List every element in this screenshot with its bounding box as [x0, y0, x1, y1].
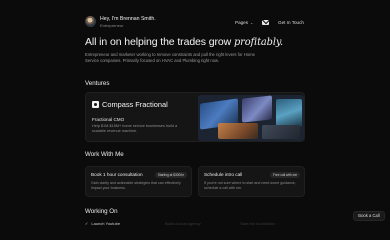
venture-brand: Compass Fractional: [102, 100, 168, 109]
mail-icon[interactable]: [262, 20, 269, 25]
ventures-heading: Ventures: [85, 80, 110, 87]
working-on-heading: Working On: [85, 208, 118, 215]
free-call-badge: Free call with me: [269, 172, 300, 178]
book-call-button[interactable]: Book a Call: [353, 211, 385, 221]
pages-menu-label: Pages: [235, 20, 249, 25]
check-icon: ✓: [85, 221, 89, 226]
todo-item: Build a local agency: [165, 221, 201, 226]
intro-paragraph: Entrepreneur and marketer working to rem…: [85, 52, 255, 63]
owner-role: Entrepreneur: [100, 23, 124, 28]
page-title: All in on helping the trades grow profit…: [85, 36, 283, 48]
todo-item: ✓ Launch Youtube: [85, 221, 120, 226]
todo-label: Launch Youtube: [91, 221, 121, 226]
get-in-touch-link[interactable]: Get In Touch: [278, 20, 304, 25]
photo-screen: [262, 125, 300, 139]
compass-logo-icon: [92, 101, 99, 108]
venture-role: Fractional CMO: [92, 117, 125, 122]
venture-description: Help $1M-$15M+ home service businesses b…: [92, 124, 178, 133]
photo-screen: [218, 123, 258, 139]
owner-name: Hey, I'm Brennan Smith.: [100, 16, 156, 22]
chevron-down-icon: ⌄: [250, 20, 254, 25]
todo-label: Build a local agency: [165, 221, 201, 226]
consultation-card[interactable]: Book 1 hour consultation Starting at $30…: [85, 166, 192, 197]
venture-photo: [198, 95, 304, 141]
pages-menu[interactable]: Pages ⌄: [235, 20, 253, 25]
work-heading: Work With Me: [85, 151, 124, 158]
consultation-description: Gain clarity and actionable strategies t…: [91, 181, 181, 190]
todo-label: Start the foundation: [240, 221, 275, 226]
intro-call-description: If you're not sure where to start and ne…: [204, 181, 296, 190]
photo-screen: [276, 99, 302, 127]
venture-card[interactable]: Compass Fractional Fractional CMO Help $…: [85, 92, 305, 142]
price-badge: Starting at $300/hr: [154, 172, 187, 178]
avatar[interactable]: [85, 16, 96, 27]
consultation-title: Book 1 hour consultation: [91, 172, 143, 177]
intro-call-card[interactable]: Schedule intro call Free call with me If…: [198, 166, 305, 197]
site-header: Hey, I'm Brennan Smith. Entrepreneur Pag…: [85, 14, 305, 34]
photo-screen: [242, 95, 272, 123]
headline-text: All in on helping the trades grow: [85, 36, 232, 48]
intro-call-title: Schedule intro call: [204, 172, 243, 177]
todo-item: Start the foundation: [240, 221, 275, 226]
headline-italic: profitably.: [233, 37, 284, 48]
